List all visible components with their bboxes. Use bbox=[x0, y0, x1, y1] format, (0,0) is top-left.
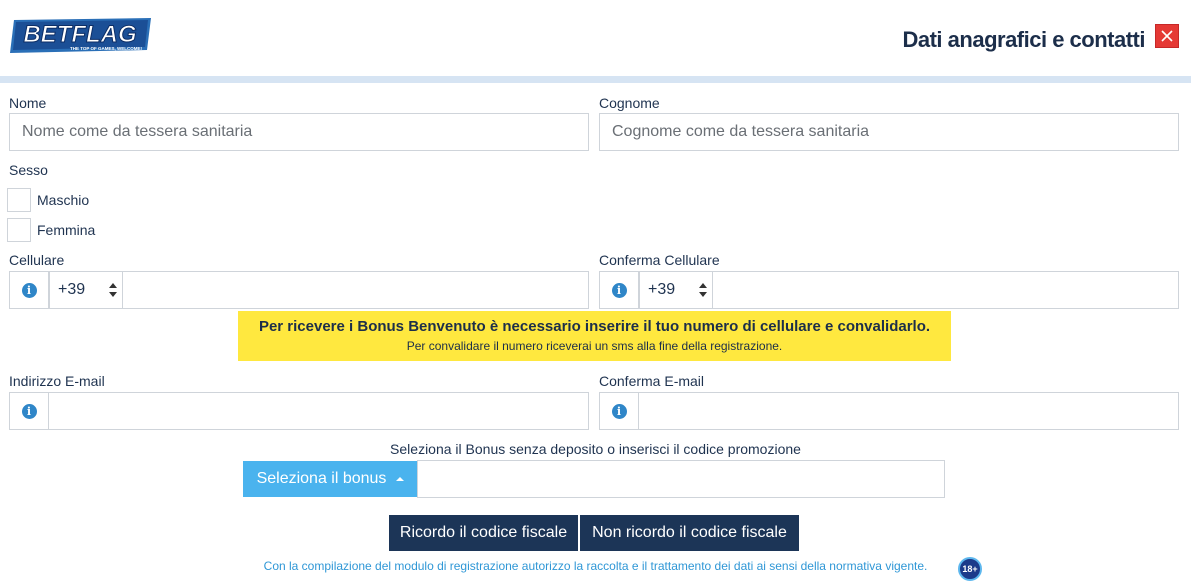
header-divider bbox=[0, 76, 1191, 83]
conferma-email-label: Conferma E-mail bbox=[599, 373, 705, 389]
femmina-label[interactable]: Femmina bbox=[37, 222, 95, 238]
info-icon: i bbox=[611, 282, 627, 298]
nome-input[interactable] bbox=[9, 113, 589, 151]
sesso-label: Sesso bbox=[9, 162, 48, 178]
non-ricordo-codice-fiscale-button[interactable]: Non ricordo il codice fiscale bbox=[580, 515, 799, 551]
conferma-cellulare-prefix-value: +39 bbox=[648, 281, 676, 298]
cellulare-input[interactable] bbox=[122, 271, 589, 309]
maschio-checkbox[interactable] bbox=[7, 188, 31, 212]
email-label: Indirizzo E-mail bbox=[9, 373, 105, 389]
conferma-cellulare-info-addon[interactable]: i bbox=[599, 271, 639, 309]
privacy-note: Con la compilazione del modulo di regist… bbox=[263, 559, 928, 573]
select-arrows-icon bbox=[699, 283, 707, 297]
nome-label: Nome bbox=[9, 95, 47, 111]
email-input[interactable] bbox=[48, 392, 589, 430]
page-header: BETFLAG THE TOP OF GAMES, WELCOME! Dati … bbox=[0, 0, 1191, 76]
bonus-caption: Seleziona il Bonus senza deposito o inse… bbox=[390, 441, 801, 457]
select-bonus-button[interactable]: Seleziona il bonus bbox=[243, 461, 418, 497]
cognome-label: Cognome bbox=[599, 95, 660, 111]
close-icon bbox=[1161, 30, 1173, 42]
conferma-cellulare-prefix-select[interactable]: +39 bbox=[639, 271, 713, 309]
caret-up-icon bbox=[396, 477, 405, 481]
conferma-cellulare-label: Conferma Cellulare bbox=[599, 252, 720, 268]
logo-tagline: THE TOP OF GAMES, WELCOME! bbox=[70, 46, 143, 51]
maschio-label[interactable]: Maschio bbox=[37, 192, 89, 208]
cellulare-prefix-select[interactable]: +39 bbox=[49, 271, 123, 309]
notice-sub-text: Per convalidare il numero riceverai un s… bbox=[406, 339, 783, 353]
info-icon: i bbox=[611, 403, 627, 419]
femmina-checkbox[interactable] bbox=[7, 218, 31, 242]
bonus-notice: Per ricevere i Bonus Benvenuto è necessa… bbox=[238, 311, 951, 361]
email-info-addon[interactable]: i bbox=[9, 392, 49, 430]
cellulare-info-addon[interactable]: i bbox=[9, 271, 49, 309]
promo-code-input[interactable] bbox=[417, 460, 945, 498]
age-18-icon: 18+ bbox=[958, 557, 982, 581]
close-button[interactable] bbox=[1155, 24, 1179, 48]
cellulare-prefix-value: +39 bbox=[58, 281, 86, 298]
cellulare-label: Cellulare bbox=[9, 252, 65, 268]
conferma-email-info-addon[interactable]: i bbox=[599, 392, 639, 430]
info-icon: i bbox=[21, 403, 37, 419]
conferma-cellulare-input[interactable] bbox=[712, 271, 1179, 309]
info-icon: i bbox=[21, 282, 37, 298]
notice-main-text: Per ricevere i Bonus Benvenuto è necessa… bbox=[258, 318, 931, 335]
conferma-email-input[interactable] bbox=[638, 392, 1179, 430]
logo-text: BETFLAG bbox=[23, 21, 136, 48]
select-arrows-icon bbox=[109, 283, 117, 297]
select-bonus-label: Seleziona il bonus bbox=[256, 470, 387, 487]
cognome-input[interactable] bbox=[599, 113, 1179, 151]
betflag-logo: BETFLAG THE TOP OF GAMES, WELCOME! bbox=[10, 18, 151, 53]
page-title: Dati anagrafici e contatti bbox=[902, 27, 1145, 52]
ricordo-codice-fiscale-button[interactable]: Ricordo il codice fiscale bbox=[389, 515, 578, 551]
